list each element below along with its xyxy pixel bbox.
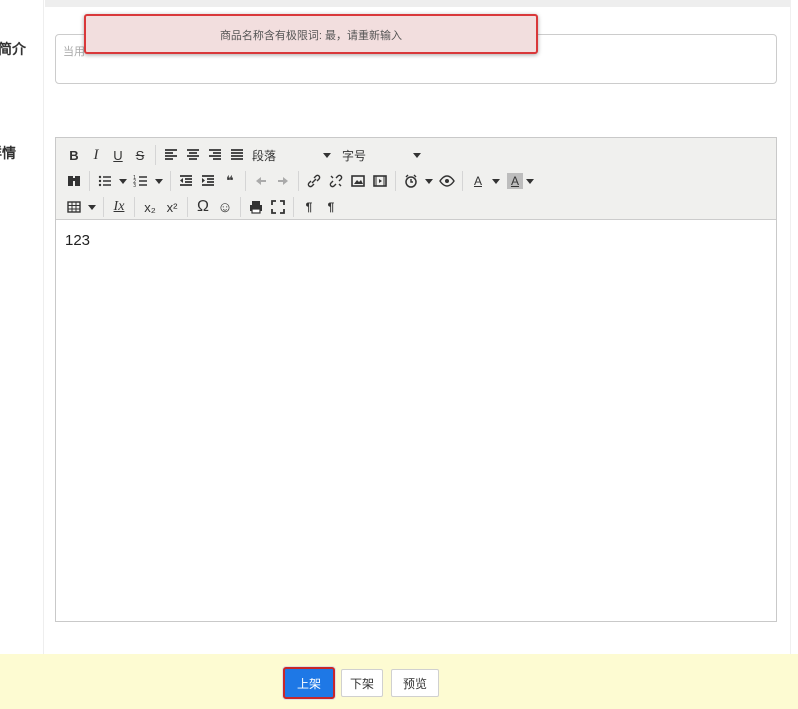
toolbar-separator [298, 171, 299, 191]
underline-button[interactable]: U [107, 144, 129, 166]
paragraph-format-label: 段落 [252, 148, 277, 163]
rich-text-editor: B I U S 段落 字号 1 2 3 ❝ A A Ix x₂ x² Ω ☺ ¶… [55, 137, 777, 622]
superscript-button[interactable]: x² [161, 196, 183, 218]
svg-text:3: 3 [133, 183, 136, 189]
rtl-direction-button[interactable]: ¶ [320, 196, 342, 218]
background-color-button[interactable]: A [507, 173, 523, 189]
align-justify-icon[interactable] [226, 144, 248, 166]
chevron-down-icon[interactable] [492, 178, 500, 184]
chevron-down-icon [413, 152, 421, 158]
indent-icon[interactable] [197, 170, 219, 192]
publish-button[interactable]: 上架 [283, 667, 335, 699]
toolbar-separator [187, 197, 188, 217]
toolbar-separator [240, 197, 241, 217]
toolbar-separator [293, 197, 294, 217]
subscript-button[interactable]: x₂ [139, 196, 161, 218]
find-replace-icon[interactable] [63, 170, 85, 192]
italic-button[interactable]: I [85, 144, 107, 166]
label-column: 简介 详情 [0, 0, 44, 654]
toolbar-separator [134, 197, 135, 217]
align-center-icon[interactable] [182, 144, 204, 166]
chevron-down-icon[interactable] [88, 204, 96, 210]
blockquote-icon[interactable]: ❝ [219, 170, 241, 192]
fullscreen-icon[interactable] [267, 196, 289, 218]
toolbar-row-1: B I U S 段落 字号 [63, 142, 428, 168]
toolbar-separator [155, 145, 156, 165]
special-char-button[interactable]: Ω [192, 196, 214, 218]
chevron-down-icon[interactable] [119, 178, 127, 184]
preview-button[interactable]: 预览 [391, 669, 439, 697]
strikethrough-button[interactable]: S [129, 144, 151, 166]
top-divider [45, 0, 790, 7]
product-edit-page: 简介 详情 当用 B I U S [0, 0, 798, 709]
numbered-list-icon[interactable]: 123 [130, 170, 152, 192]
bold-button[interactable]: B [63, 144, 85, 166]
unlink-icon[interactable] [325, 170, 347, 192]
link-icon[interactable] [303, 170, 325, 192]
intro-placeholder: 当用 [63, 46, 85, 58]
emoticon-button[interactable]: ☺ [214, 196, 236, 218]
chevron-down-icon [323, 152, 331, 158]
outdent-icon[interactable] [175, 170, 197, 192]
toolbar-row-3: Ix x₂ x² Ω ☺ ¶ ¶ [63, 194, 342, 220]
print-icon[interactable] [245, 196, 267, 218]
toolbar-separator [462, 171, 463, 191]
editor-content[interactable]: 123 [65, 232, 90, 249]
media-icon[interactable] [369, 170, 391, 192]
paragraph-format-select[interactable]: 段落 [248, 144, 338, 166]
bullet-list-icon[interactable] [94, 170, 116, 192]
chevron-down-icon[interactable] [155, 178, 163, 184]
datetime-icon[interactable] [400, 170, 422, 192]
font-size-label: 字号 [342, 148, 367, 163]
image-icon[interactable] [347, 170, 369, 192]
action-bar: 上架 下架 预览 [0, 654, 798, 709]
chevron-down-icon[interactable] [526, 178, 534, 184]
toolbar-separator [103, 197, 104, 217]
chevron-down-icon[interactable] [425, 178, 433, 184]
font-size-select[interactable]: 字号 [338, 144, 428, 166]
toolbar-row-2: 123 ❝ A A [63, 168, 537, 194]
align-right-icon[interactable] [204, 144, 226, 166]
alert-message: 商品名称含有极限词: 最，请重新输入 [219, 30, 403, 42]
undo-icon[interactable] [250, 170, 272, 192]
toolbar-separator [245, 171, 246, 191]
table-icon[interactable] [63, 196, 85, 218]
toolbar-separator [89, 171, 90, 191]
scroll-edge [790, 0, 798, 654]
align-left-icon[interactable] [160, 144, 182, 166]
clear-format-button[interactable]: Ix [108, 196, 130, 218]
ltr-direction-button[interactable]: ¶ [298, 196, 320, 218]
preview-eye-icon[interactable] [436, 170, 458, 192]
unpublish-button[interactable]: 下架 [341, 669, 383, 697]
editor-toolbar: B I U S 段落 字号 1 2 3 ❝ A A Ix x₂ x² Ω ☺ ¶… [56, 138, 776, 220]
toolbar-separator [170, 171, 171, 191]
detail-label: 详情 [0, 145, 16, 161]
font-color-button[interactable]: A [467, 170, 489, 192]
redo-icon[interactable] [272, 170, 294, 192]
toolbar-separator [395, 171, 396, 191]
intro-label: 简介 [0, 41, 26, 57]
validation-alert: 商品名称含有极限词: 最，请重新输入 [84, 14, 538, 54]
